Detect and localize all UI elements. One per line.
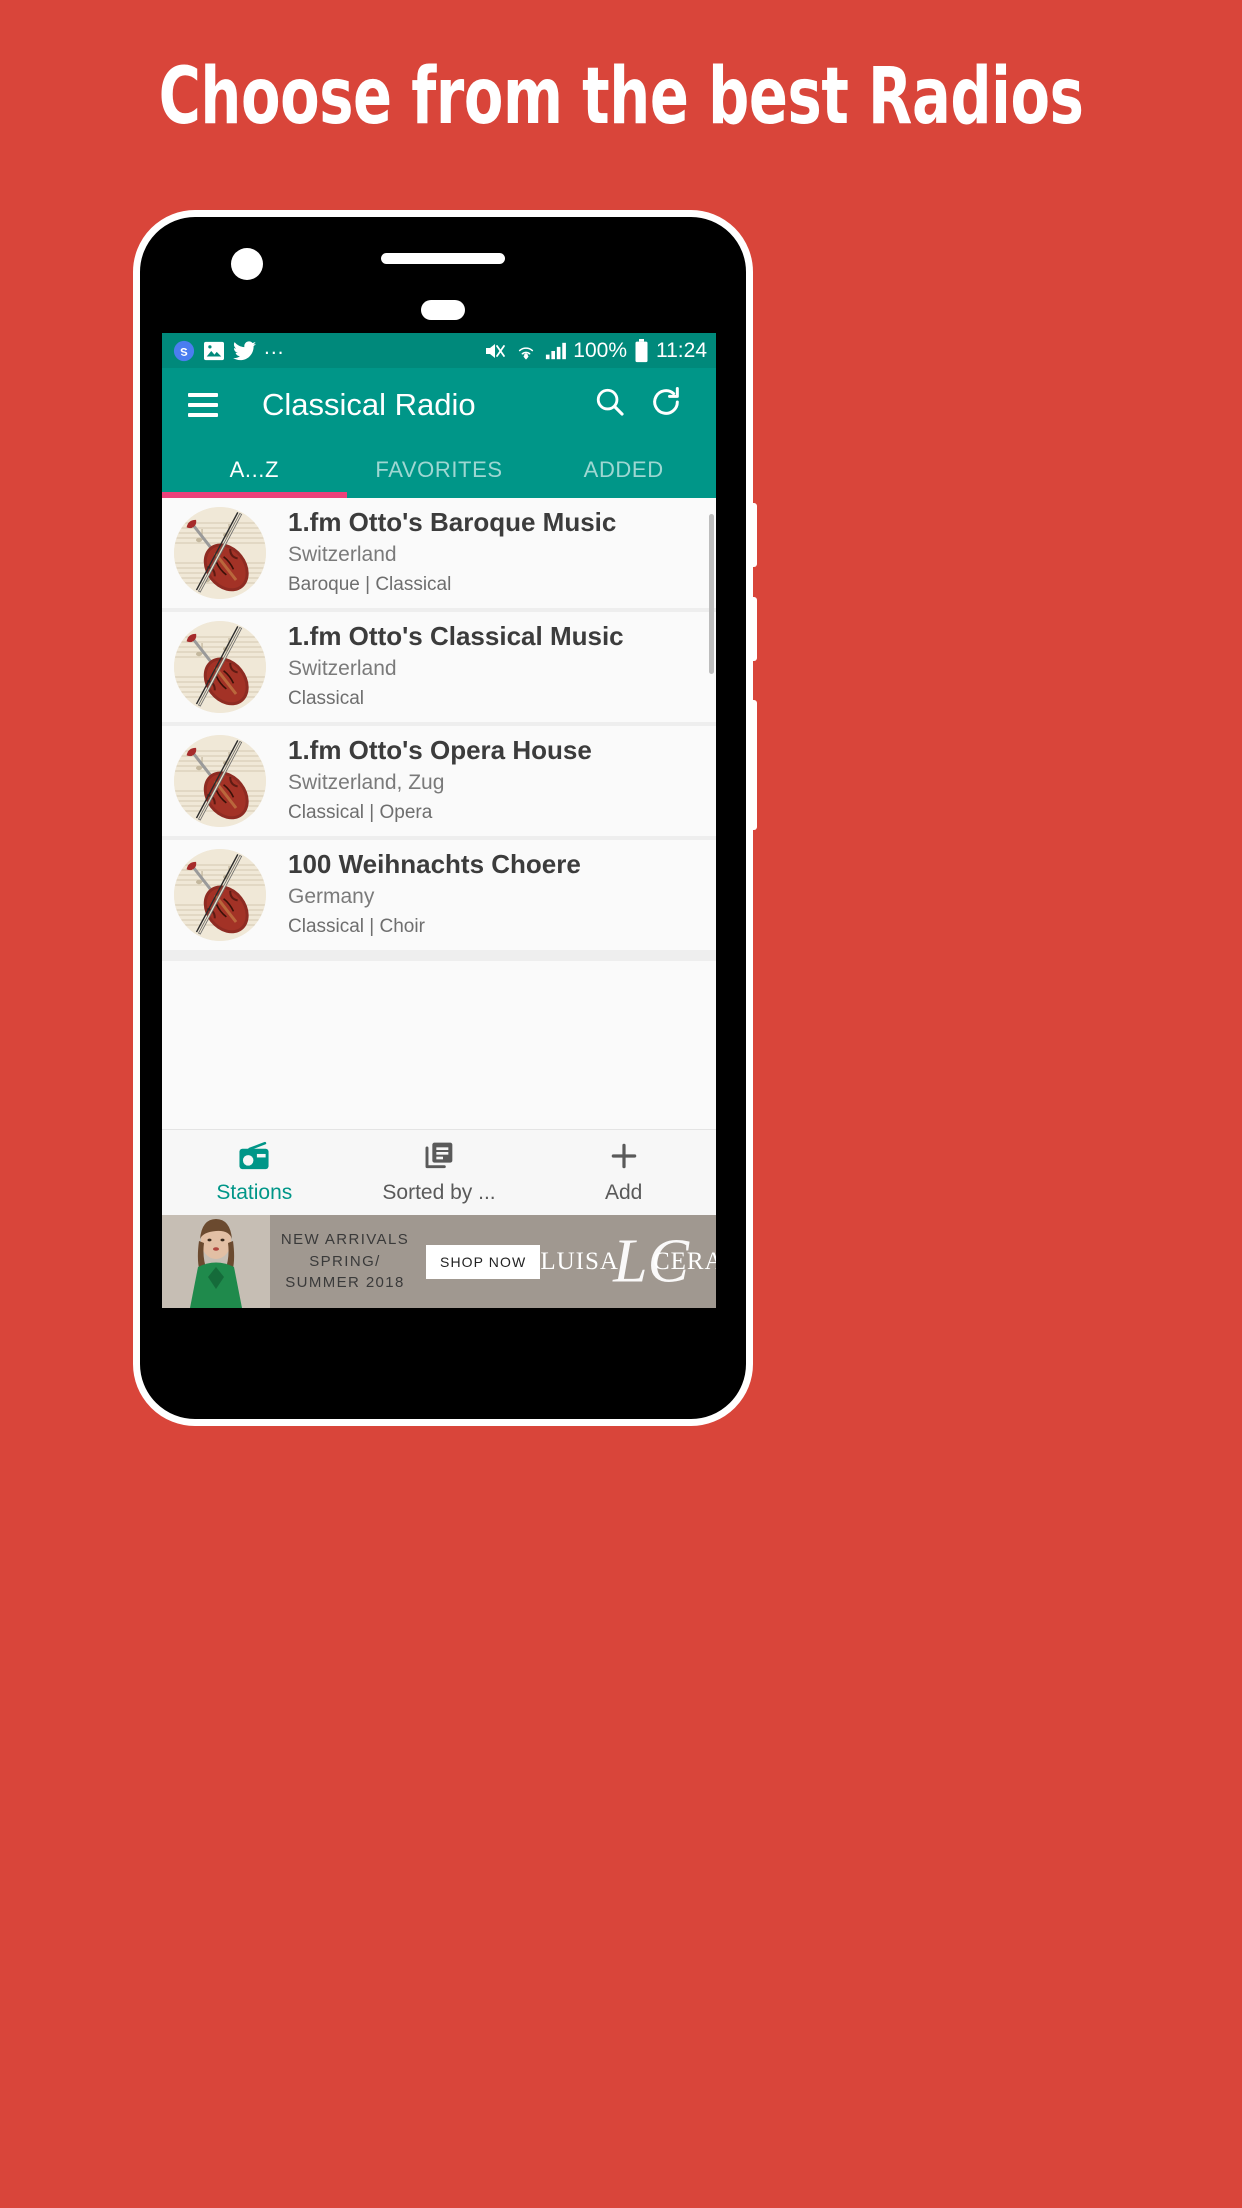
hamburger-icon[interactable]	[188, 392, 218, 417]
nav-label-add: Add	[604, 1181, 643, 1204]
refresh-icon	[649, 385, 683, 424]
app-title: Classical Radio	[262, 386, 476, 422]
brand-name-left: LUISA	[540, 1247, 619, 1275]
nav-label-sorted-by: Sorted by ...	[382, 1181, 496, 1204]
station-country: Germany	[288, 884, 375, 908]
wifi-icon	[515, 341, 537, 361]
radio-icon	[236, 1140, 272, 1177]
ad-copy: NEW ARRIVALS SPRING/ SUMMER 2018	[270, 1229, 420, 1294]
plus-icon	[607, 1140, 641, 1177]
ad-copy-line2: SPRING/	[309, 1252, 381, 1270]
home-button[interactable]	[421, 300, 465, 320]
violin-sheet-music-icon	[174, 621, 266, 713]
bottom-navigation: Stations Sorted by ... Add	[162, 1129, 716, 1215]
nav-item-add[interactable]: Add	[531, 1130, 716, 1215]
mute-icon	[484, 340, 508, 362]
station-info: 100 Weihnachts Choere Germany Classical …	[288, 848, 581, 942]
app-bar: Classical Radio	[162, 368, 716, 441]
ad-copy-line1: NEW ARRIVALS	[280, 1230, 410, 1248]
battery-icon	[634, 338, 649, 363]
table-row[interactable]: 1.fm Otto's Classical Music Switzerland …	[162, 612, 716, 722]
brand-name-right: CERANO	[652, 1247, 716, 1275]
station-title: 1.fm Otto's Baroque Music	[288, 507, 617, 538]
twitter-icon	[233, 340, 256, 361]
skype-icon	[173, 340, 195, 362]
tab-added[interactable]: ADDED	[531, 441, 716, 498]
earpiece-speaker	[381, 253, 505, 264]
station-list[interactable]: 1.fm Otto's Baroque Music Switzerland Ba…	[162, 498, 716, 961]
page-title: Choose from the best Radios	[158, 52, 1084, 142]
signal-icon	[544, 341, 567, 361]
station-country: Switzerland	[288, 542, 397, 566]
station-country: Switzerland	[288, 656, 397, 680]
station-title: 100 Weihnachts Choere	[288, 849, 581, 880]
ad-copy-line3: SUMMER 2018	[285, 1274, 405, 1292]
nav-label-stations: Stations	[216, 1181, 293, 1204]
nav-item-sorted-by[interactable]: Sorted by ...	[347, 1130, 532, 1215]
battery-percent-label: 100%	[573, 338, 627, 362]
station-country: Switzerland, Zug	[288, 770, 445, 794]
nav-item-stations[interactable]: Stations	[162, 1130, 347, 1215]
station-title: 1.fm Otto's Opera House	[288, 735, 592, 766]
violin-sheet-music-icon	[174, 849, 266, 941]
app-screen: ... 100% 11:24 Classical Radio A...Z FAV…	[162, 333, 716, 1308]
violin-sheet-music-icon	[174, 507, 266, 599]
station-info: 1.fm Otto's Opera House Switzerland, Zug…	[288, 734, 592, 828]
status-overflow-label: ...	[264, 336, 285, 359]
list-icon	[422, 1140, 456, 1177]
table-row[interactable]: 1.fm Otto's Opera House Switzerland, Zug…	[162, 726, 716, 836]
search-button[interactable]	[582, 385, 638, 424]
ad-brand-logo: LUISA LC CERANO	[540, 1215, 716, 1308]
tab-a-to-z[interactable]: A...Z	[162, 441, 347, 498]
front-camera-icon	[231, 248, 263, 280]
list-scrollbar[interactable]	[709, 514, 714, 674]
tab-bar: A...Z FAVORITES ADDED	[162, 441, 716, 498]
station-tags: Classical	[288, 688, 365, 710]
station-info: 1.fm Otto's Baroque Music Switzerland Ba…	[288, 506, 616, 600]
tab-favorites[interactable]: FAVORITES	[347, 441, 532, 498]
ad-banner[interactable]: NEW ARRIVALS SPRING/ SUMMER 2018 SHOP NO…	[162, 1215, 716, 1308]
image-icon	[203, 341, 225, 361]
station-title: 1.fm Otto's Classical Music	[288, 621, 624, 652]
station-tags: Baroque | Classical	[288, 574, 452, 596]
table-row[interactable]: 100 Weihnachts Choere Germany Classical …	[162, 840, 716, 950]
ad-model-photo	[162, 1215, 270, 1308]
refresh-button[interactable]	[638, 385, 694, 424]
promo-screenshot: Choose from the best Radios ... 100% 11:…	[0, 0, 1242, 2208]
violin-sheet-music-icon	[174, 735, 266, 827]
shop-now-button[interactable]: SHOP NOW	[426, 1244, 541, 1279]
station-info: 1.fm Otto's Classical Music Switzerland …	[288, 620, 624, 714]
station-tags: Classical | Choir	[288, 916, 425, 938]
search-icon	[593, 385, 627, 424]
status-bar: ... 100% 11:24	[162, 333, 716, 368]
table-row[interactable]: 1.fm Otto's Baroque Music Switzerland Ba…	[162, 498, 716, 608]
clock-label: 11:24	[656, 338, 707, 362]
station-tags: Classical | Opera	[288, 802, 433, 824]
